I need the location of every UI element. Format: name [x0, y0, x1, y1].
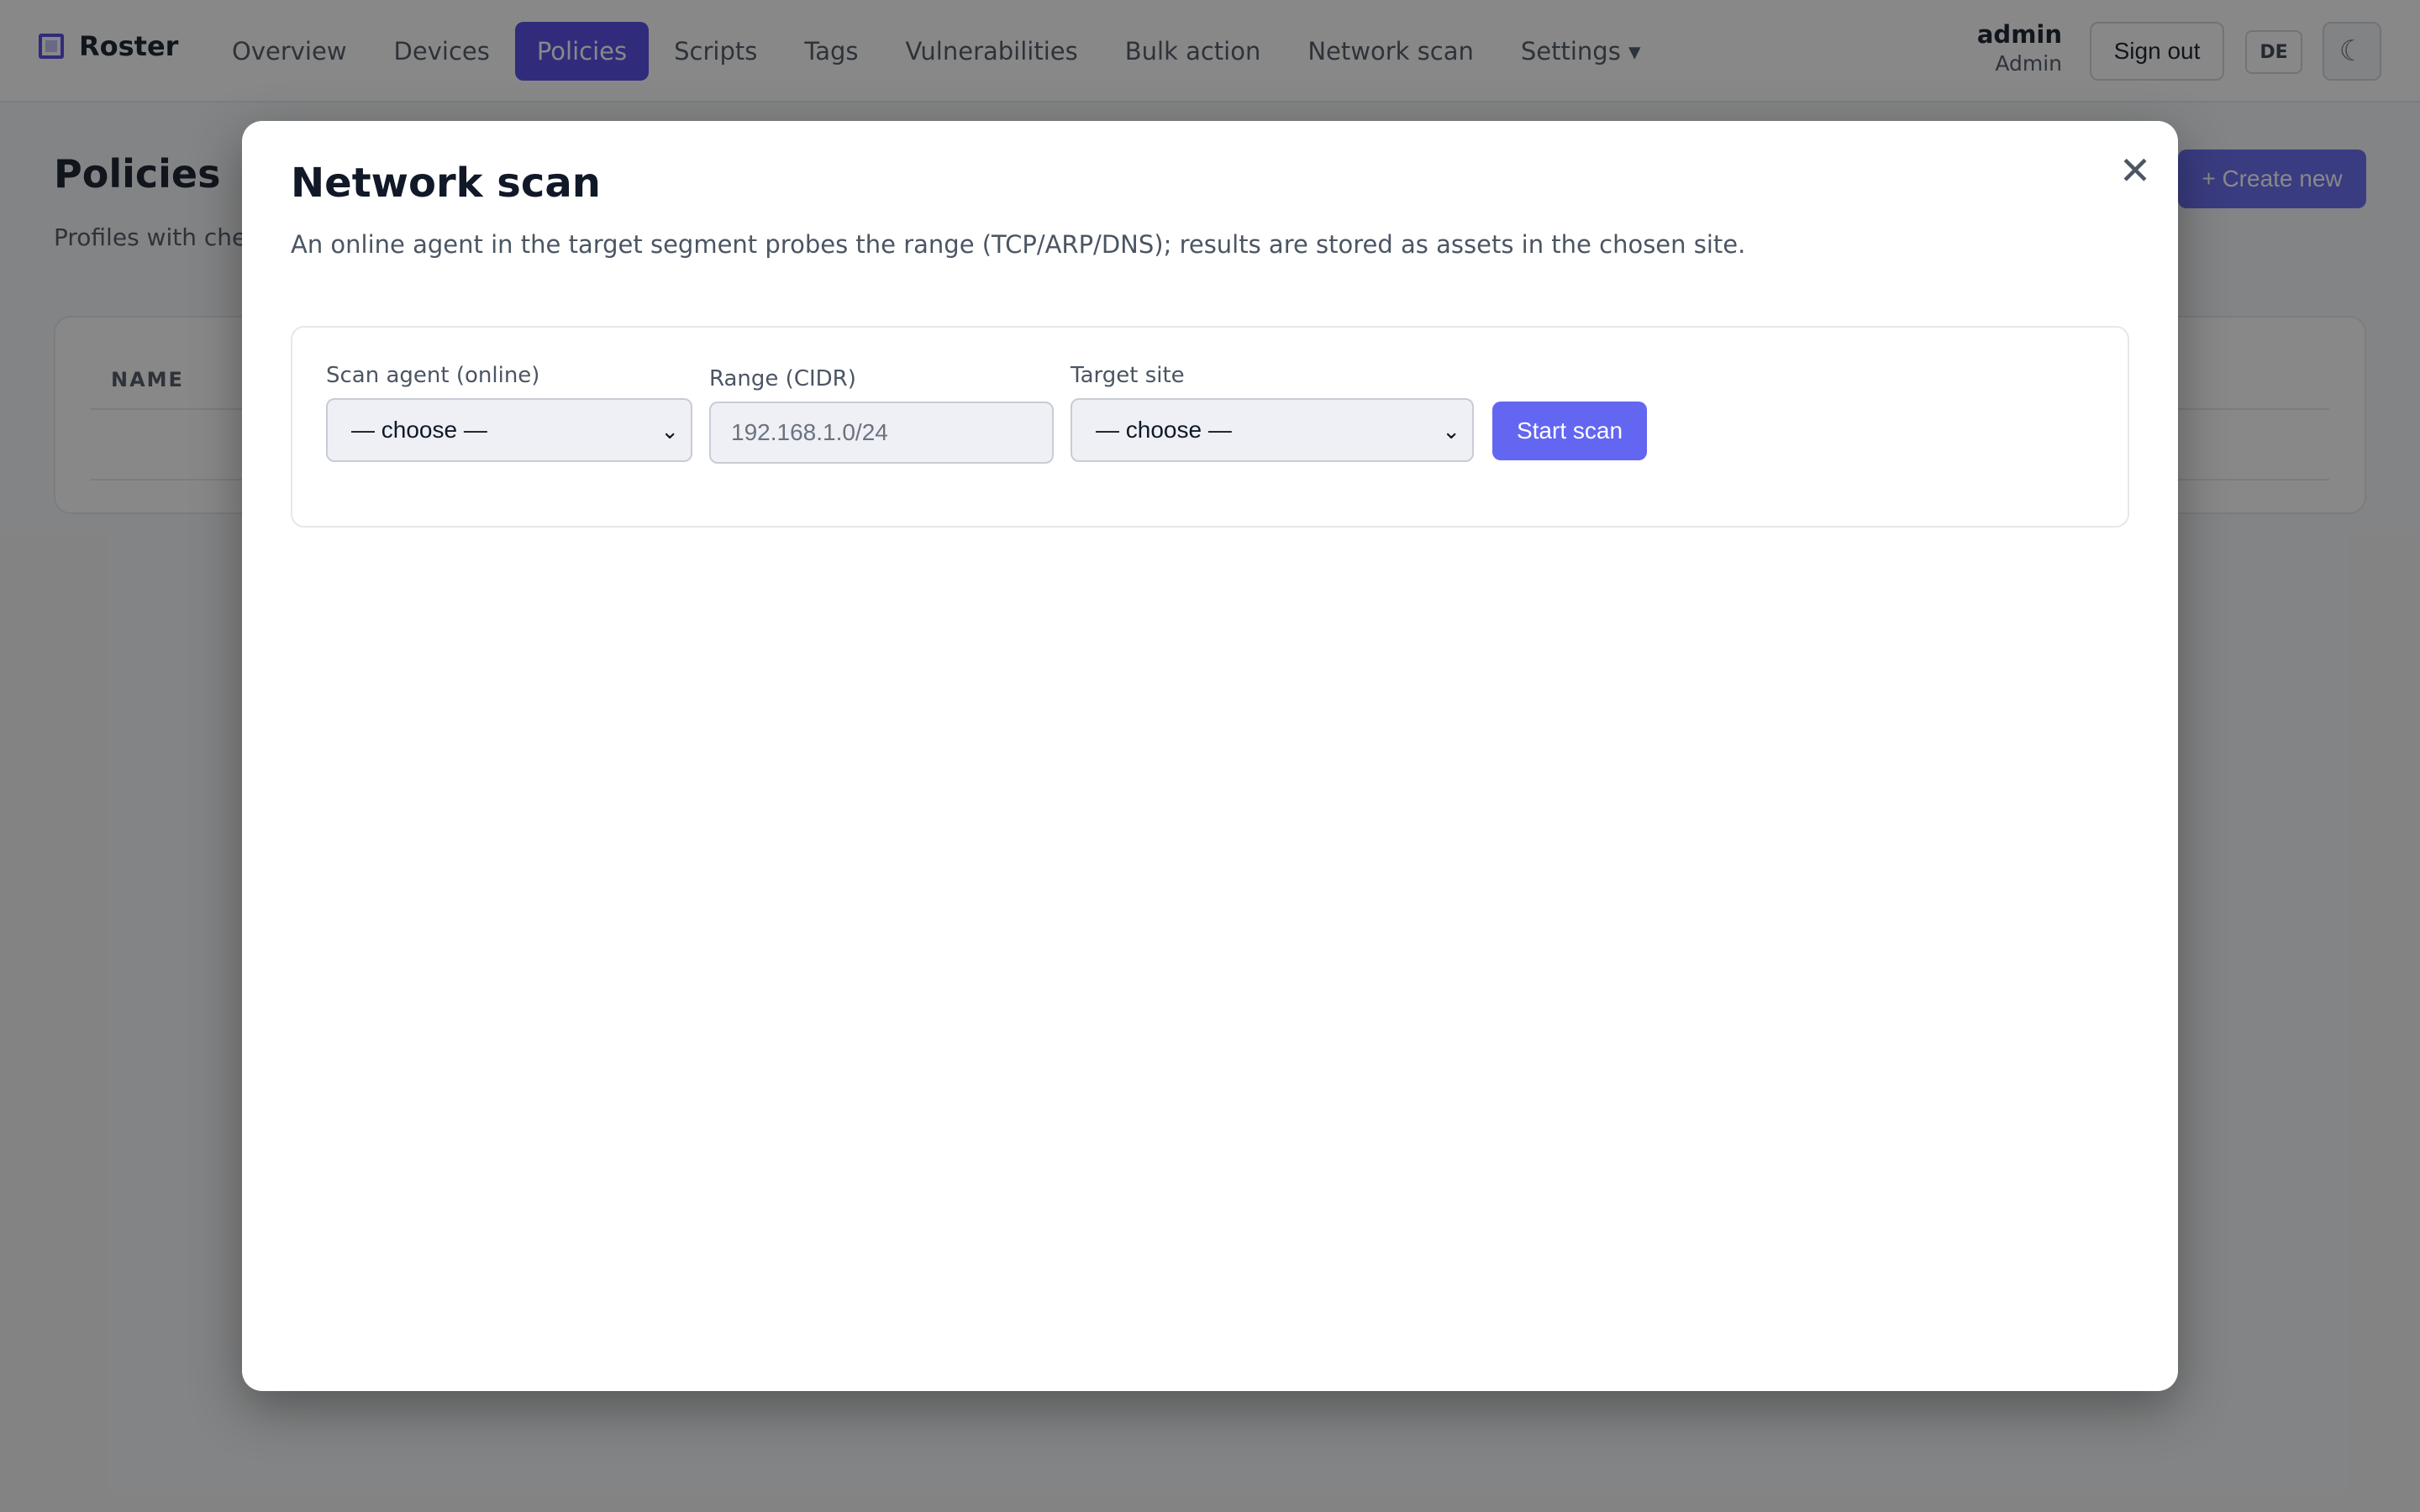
chevron-down-icon: ⌄	[1442, 418, 1460, 444]
range-placeholder: 192.168.1.0/24	[731, 419, 888, 445]
network-scan-modal: Network scan ✕ An online agent in the ta…	[242, 121, 2178, 1391]
modal-description: An online agent in the target segment pr…	[291, 230, 1746, 259]
close-icon: ✕	[2118, 148, 2152, 193]
modal-title: Network scan	[291, 160, 601, 207]
close-button[interactable]: ✕	[2109, 144, 2161, 197]
scan-agent-value: — choose —	[351, 417, 487, 443]
site-label: Target site	[1071, 363, 1185, 388]
range-label: Range (CIDR)	[709, 366, 856, 391]
chevron-down-icon: ⌄	[660, 418, 679, 444]
range-cidr-input[interactable]: 192.168.1.0/24	[709, 402, 1054, 464]
target-site-select[interactable]: — choose — ⌄	[1071, 398, 1474, 462]
scan-agent-select[interactable]: — choose — ⌄	[326, 398, 692, 462]
scan-form: Scan agent (online) — choose — ⌄ Range (…	[291, 326, 2129, 528]
start-scan-button[interactable]: Start scan	[1492, 402, 1647, 460]
agent-label: Scan agent (online)	[326, 363, 540, 388]
target-site-value: — choose —	[1096, 417, 1232, 443]
